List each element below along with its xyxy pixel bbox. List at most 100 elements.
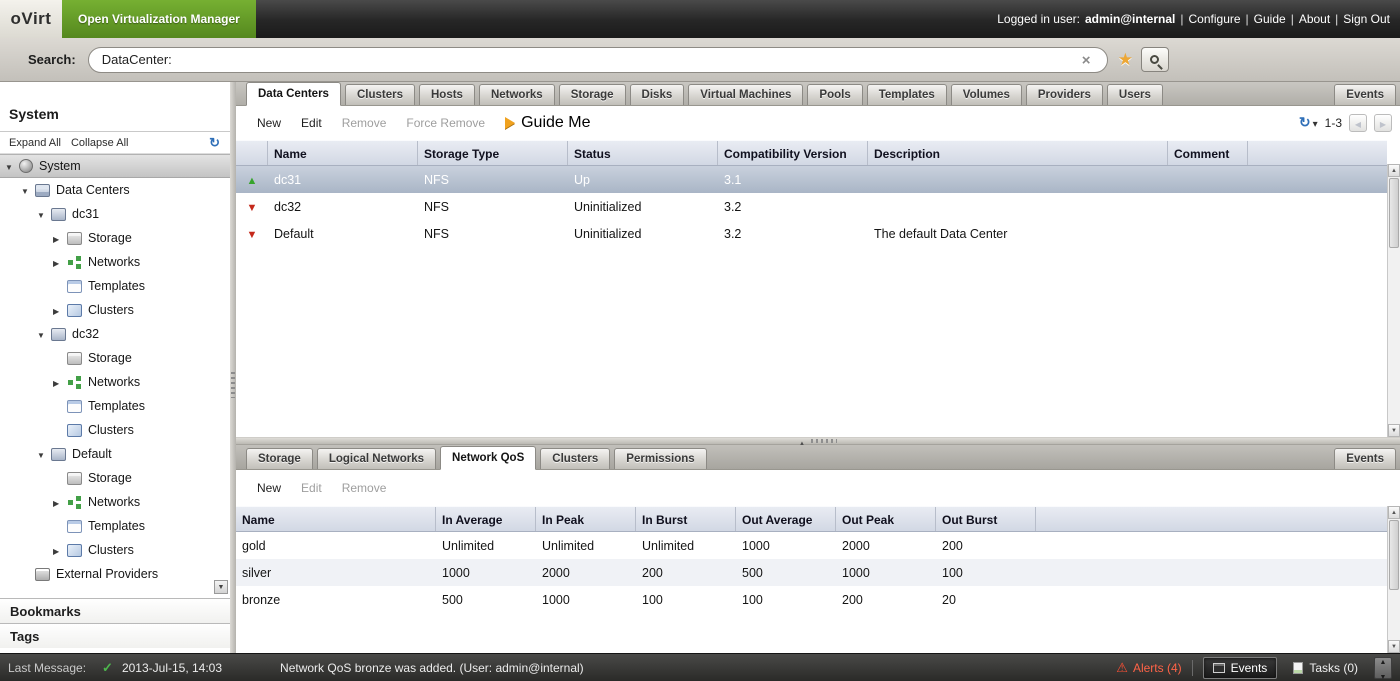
tab-users[interactable]: Users <box>1107 84 1163 105</box>
expander-down-icon[interactable] <box>21 183 34 197</box>
qos-row-gold[interactable]: gold Unlimited Unlimited Unlimited 1000 … <box>236 532 1387 559</box>
qos-edit-button[interactable]: Edit <box>292 477 331 499</box>
tree-item-dc31-storage[interactable]: Storage <box>0 226 230 250</box>
tab-pools[interactable]: Pools <box>807 84 862 105</box>
guide-me-button[interactable]: Guide Me <box>496 110 599 136</box>
scroll-down-button[interactable] <box>1388 424 1400 437</box>
expander-right-icon[interactable] <box>53 375 66 389</box>
collapse-all-link[interactable]: Collapse All <box>71 137 128 149</box>
column-header-comment[interactable]: Comment <box>1168 141 1248 165</box>
subtab-logical-networks[interactable]: Logical Networks <box>317 448 436 469</box>
remove-button[interactable]: Remove <box>333 112 396 134</box>
pane-splitter[interactable] <box>236 437 1400 445</box>
tree-item-dc31-templates[interactable]: Templates <box>0 274 230 298</box>
expander-down-icon[interactable] <box>37 207 50 221</box>
tab-volumes[interactable]: Volumes <box>951 84 1022 105</box>
tree-item-default[interactable]: Default <box>0 442 230 466</box>
sign-out-link[interactable]: Sign Out <box>1343 12 1390 26</box>
tree-item-dc32-storage[interactable]: Storage <box>0 346 230 370</box>
table-row-dc32[interactable]: dc32 NFS Uninitialized 3.2 <box>236 193 1387 220</box>
events-footer-button[interactable]: Events <box>1203 657 1278 679</box>
tab-virtual-machines[interactable]: Virtual Machines <box>688 84 803 105</box>
column-header-status[interactable]: Status <box>568 141 718 165</box>
refresh-tree-icon[interactable] <box>209 135 220 151</box>
refresh-grid-button[interactable] <box>1299 114 1318 132</box>
tree-item-default-storage[interactable]: Storage <box>0 466 230 490</box>
column-header-out-burst[interactable]: Out Burst <box>936 507 1036 531</box>
tree-item-dc32[interactable]: dc32 <box>0 322 230 346</box>
tree-item-dc32-clusters[interactable]: Clusters <box>0 418 230 442</box>
dc-table-scrollbar[interactable] <box>1387 164 1400 437</box>
tree-item-system[interactable]: System <box>0 154 230 178</box>
qos-row-bronze[interactable]: bronze 500 1000 100 100 200 20 <box>236 586 1387 613</box>
table-row-default[interactable]: Default NFS Uninitialized 3.2 The defaul… <box>236 220 1387 247</box>
column-header-name[interactable]: Name <box>268 141 418 165</box>
guide-link[interactable]: Guide <box>1254 12 1286 26</box>
tree-item-default-networks[interactable]: Networks <box>0 490 230 514</box>
tab-networks[interactable]: Networks <box>479 84 555 105</box>
expander-right-icon[interactable] <box>53 255 66 269</box>
expand-all-link[interactable]: Expand All <box>9 137 61 149</box>
tab-providers[interactable]: Providers <box>1026 84 1103 105</box>
tree-item-dc31-networks[interactable]: Networks <box>0 250 230 274</box>
qos-remove-button[interactable]: Remove <box>333 477 396 499</box>
column-header-in-peak[interactable]: In Peak <box>536 507 636 531</box>
subtab-storage[interactable]: Storage <box>246 448 313 469</box>
column-header-out-average[interactable]: Out Average <box>736 507 836 531</box>
expander-right-icon[interactable] <box>53 231 66 245</box>
next-page-button[interactable] <box>1374 114 1392 132</box>
column-header-in-average[interactable]: In Average <box>436 507 536 531</box>
tab-templates[interactable]: Templates <box>867 84 947 105</box>
tree-scroll-down-button[interactable] <box>214 580 228 594</box>
search-button[interactable] <box>1141 47 1169 72</box>
tab-disks[interactable]: Disks <box>630 84 685 105</box>
expander-right-icon[interactable] <box>53 303 66 317</box>
scroll-track[interactable] <box>1388 519 1400 640</box>
expander-down-icon[interactable] <box>37 447 50 461</box>
tasks-footer-button[interactable]: Tasks (0) <box>1287 658 1364 678</box>
qos-new-button[interactable]: New <box>248 477 290 499</box>
tab-events[interactable]: Events <box>1334 84 1396 105</box>
scroll-up-button[interactable] <box>1388 506 1400 519</box>
alerts-button[interactable]: Alerts (4) <box>1116 660 1181 676</box>
qos-table-scrollbar[interactable] <box>1387 506 1400 653</box>
subtab-network-qos[interactable]: Network QoS <box>440 446 536 470</box>
column-header-storage-type[interactable]: Storage Type <box>418 141 568 165</box>
tree-item-dc32-networks[interactable]: Networks <box>0 370 230 394</box>
column-header-description[interactable]: Description <box>868 141 1168 165</box>
table-row-dc31[interactable]: dc31 NFS Up 3.1 <box>236 166 1387 193</box>
subtab-permissions[interactable]: Permissions <box>614 448 706 469</box>
bookmarks-section-header[interactable]: Bookmarks <box>0 598 230 623</box>
scroll-track[interactable] <box>1388 177 1400 424</box>
scroll-up-button[interactable] <box>1388 164 1400 177</box>
clear-search-icon[interactable] <box>1082 52 1096 68</box>
tree-item-external-providers[interactable]: External Providers <box>0 562 230 586</box>
edit-button[interactable]: Edit <box>292 112 331 134</box>
expander-down-icon[interactable] <box>5 159 18 173</box>
tree-item-dc32-templates[interactable]: Templates <box>0 394 230 418</box>
bookmark-star-icon[interactable] <box>1118 50 1133 70</box>
configure-link[interactable]: Configure <box>1189 12 1241 26</box>
column-header-compatibility-version[interactable]: Compatibility Version <box>718 141 868 165</box>
scroll-thumb[interactable] <box>1389 520 1399 590</box>
tree-item-default-templates[interactable]: Templates <box>0 514 230 538</box>
tree-item-dc31-clusters[interactable]: Clusters <box>0 298 230 322</box>
scroll-down-button[interactable] <box>1388 640 1400 653</box>
tab-hosts[interactable]: Hosts <box>419 84 475 105</box>
tree-item-data-centers[interactable]: Data Centers <box>0 178 230 202</box>
tab-data-centers[interactable]: Data Centers <box>246 82 341 106</box>
expander-right-icon[interactable] <box>53 543 66 557</box>
expander-down-icon[interactable] <box>37 327 50 341</box>
qos-row-silver[interactable]: silver 1000 2000 200 500 1000 100 <box>236 559 1387 586</box>
column-header-out-peak[interactable]: Out Peak <box>836 507 936 531</box>
force-remove-button[interactable]: Force Remove <box>397 112 494 134</box>
footer-panel-toggle[interactable] <box>1374 657 1392 679</box>
tab-storage[interactable]: Storage <box>559 84 626 105</box>
new-button[interactable]: New <box>248 112 290 134</box>
subtab-clusters[interactable]: Clusters <box>540 448 610 469</box>
column-header-in-burst[interactable]: In Burst <box>636 507 736 531</box>
tab-clusters[interactable]: Clusters <box>345 84 415 105</box>
scroll-thumb[interactable] <box>1389 178 1399 248</box>
prev-page-button[interactable] <box>1349 114 1367 132</box>
tree-item-dc31[interactable]: dc31 <box>0 202 230 226</box>
